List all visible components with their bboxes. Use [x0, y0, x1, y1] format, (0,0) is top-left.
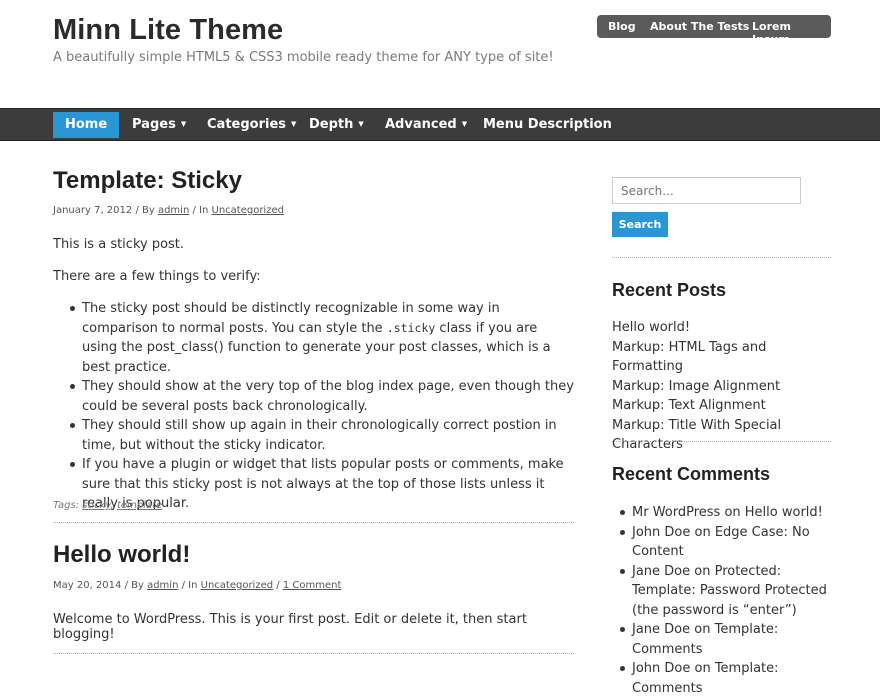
list-item: Markup: Image Alignment: [612, 377, 831, 397]
list-item: They should still show up again in their…: [53, 416, 574, 455]
meta-separator: / In: [178, 580, 201, 591]
list-item: Hello world!: [612, 318, 831, 338]
nav-pages-label: Pages: [132, 117, 176, 132]
list-item: Markup: Title With Special Characters: [612, 416, 831, 455]
top-menu-about-the-tests[interactable]: About The Tests: [650, 20, 749, 33]
recent-post-link[interactable]: Markup: Title With Special Characters: [612, 418, 781, 453]
post-divider: [53, 522, 574, 523]
main-navigation: Home Pages ▼ Categories ▼ Depth ▼ Advanced ▼…: [0, 108, 880, 141]
list-item[interactable]: John Doe on Edge Case: No Content: [612, 523, 831, 562]
post-divider: [53, 653, 574, 654]
post-title[interactable]: Template: Sticky: [53, 167, 242, 195]
post-paragraph: There are a few things to verify:: [53, 269, 261, 284]
post-category-link[interactable]: Uncategorized: [201, 580, 273, 591]
recent-post-link[interactable]: Markup: HTML Tags and Formatting: [612, 340, 766, 375]
post-paragraph: Welcome to WordPress. This is your first…: [53, 612, 527, 642]
widget-divider: [612, 257, 831, 258]
caret-down-icon: ▼: [461, 120, 468, 128]
widget-divider: [612, 441, 831, 442]
post-tags: Tags: sticky, template: [53, 500, 162, 511]
post-category-link[interactable]: Uncategorized: [212, 205, 284, 216]
tag-link[interactable]: template: [117, 500, 162, 511]
list-item: They should show at the very top of the …: [53, 377, 574, 416]
nav-categories-label: Categories: [207, 117, 287, 132]
nav-categories[interactable]: Categories ▼: [207, 109, 296, 140]
search-button[interactable]: Search: [612, 212, 668, 237]
recent-posts-list: Hello world! Markup: HTML Tags and Forma…: [612, 318, 831, 455]
post-meta: May 20, 2014 / By admin / In Uncategoriz…: [53, 580, 341, 591]
nav-depth[interactable]: Depth ▼: [309, 109, 364, 140]
site-title[interactable]: Minn Lite Theme: [53, 14, 283, 47]
nav-home[interactable]: Home: [53, 112, 120, 138]
top-menu: Blog About The Tests Lorem Ipsum: [597, 15, 831, 46]
meta-separator: /: [273, 580, 283, 591]
post-title[interactable]: Hello world!: [53, 541, 190, 569]
nav-depth-label: Depth: [309, 117, 354, 132]
post-author-link[interactable]: admin: [158, 205, 189, 216]
caret-down-icon: ▼: [291, 120, 297, 128]
nav-advanced-label: Advanced: [385, 117, 457, 132]
list-item: Markup: Text Alignment: [612, 396, 831, 416]
recent-post-link[interactable]: Markup: Image Alignment: [612, 379, 780, 394]
recent-posts-title: Recent Posts: [612, 280, 727, 300]
meta-separator: / By: [132, 205, 158, 216]
recent-comments-title: Recent Comments: [612, 464, 771, 484]
nav-advanced[interactable]: Advanced ▼: [385, 109, 467, 140]
tag-link[interactable]: sticky: [82, 500, 110, 511]
post-date: May 20, 2014: [53, 580, 122, 591]
nav-menu-description[interactable]: Menu Description: [483, 109, 612, 140]
top-menu-blog[interactable]: Blog: [608, 20, 636, 33]
recent-post-link[interactable]: Markup: Text Alignment: [612, 398, 766, 413]
post-date: January 7, 2012: [53, 205, 133, 216]
tags-label: Tags:: [53, 500, 83, 511]
post-meta: January 7, 2012 / By admin / In Uncatego…: [53, 205, 284, 216]
search-input[interactable]: [612, 177, 801, 204]
list-item[interactable]: John Doe on Template: Comments: [612, 659, 831, 698]
top-menu-lorem-ipsum[interactable]: Lorem Ipsum: [752, 20, 831, 46]
meta-separator: / In: [189, 205, 212, 216]
post-author-link[interactable]: admin: [147, 580, 178, 591]
list-item[interactable]: Jane Doe on Protected: Template: Passwor…: [612, 562, 831, 621]
post-paragraph: This is a sticky post.: [53, 237, 185, 252]
inline-code: .sticky: [386, 320, 436, 335]
caret-down-icon: ▼: [358, 120, 364, 128]
recent-post-link[interactable]: Hello world!: [612, 320, 690, 335]
list-item[interactable]: Jane Doe on Template: Comments: [612, 620, 831, 659]
caret-down-icon: ▼: [180, 120, 187, 128]
site-description: A beautifully simple HTML5 & CSS3 mobile…: [53, 50, 554, 65]
post-bullet-list: The sticky post should be distinctly rec…: [53, 299, 574, 514]
nav-pages[interactable]: Pages ▼: [132, 109, 186, 140]
post-comments-link[interactable]: 1 Comment: [283, 580, 342, 591]
list-item: The sticky post should be distinctly rec…: [53, 299, 574, 377]
meta-separator: / By: [121, 580, 148, 591]
site-header: Minn Lite Theme A beautifully simple HTM…: [0, 0, 880, 108]
recent-comments-list: Mr WordPress on Hello world! John Doe on…: [612, 503, 831, 698]
list-item[interactable]: Mr WordPress on Hello world!: [612, 503, 831, 523]
list-item: Markup: HTML Tags and Formatting: [612, 338, 831, 377]
